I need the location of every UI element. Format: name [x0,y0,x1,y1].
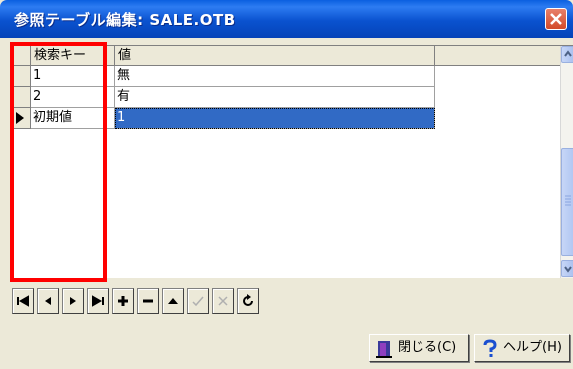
chevron-down-icon [564,266,572,273]
insert-record-button[interactable] [112,288,134,314]
close-button-label: 閉じる(C) [398,340,457,355]
door-icon [376,341,392,358]
title-bar[interactable]: 参照テーブル編集: SALE.OTB [0,0,573,38]
highlight-box [10,42,107,282]
window-title: 参照テーブル編集: SALE.OTB [14,11,236,29]
post-record-button[interactable] [187,288,209,314]
prior-icon [45,297,51,305]
first-record-button[interactable] [12,288,34,314]
scroll-up-button[interactable] [561,46,573,63]
value-cell[interactable]: 有 [115,87,435,108]
value-cell[interactable]: 無 [115,66,435,87]
vertical-scrollbar[interactable] [560,46,573,278]
close-icon [550,13,562,25]
next-icon [70,297,76,305]
edit-icon [168,298,178,304]
value-cell-selected[interactable]: 1 [115,108,435,129]
help-icon [483,339,497,357]
first-icon [17,295,29,307]
edit-record-button[interactable] [162,288,184,314]
last-icon [92,295,104,307]
close-button[interactable]: 閉じる(C) [369,334,469,362]
post-icon [192,296,204,307]
close-window-button[interactable] [545,8,567,30]
delete-record-button[interactable] [137,288,159,314]
scroll-thumb[interactable] [561,148,573,256]
help-button[interactable]: ヘルプ(H) [474,334,570,362]
help-button-label: ヘルプ(H) [503,340,562,355]
next-record-button[interactable] [62,288,84,314]
cancel-record-button[interactable] [212,288,234,314]
chevron-up-icon [564,50,572,57]
scroll-down-button[interactable] [561,260,573,277]
dialog-window: 参照テーブル編集: SALE.OTB 検索キー 値 1 無 2 有 初期値 1 [0,0,573,369]
grip-icon [565,195,571,206]
insert-icon [118,296,128,306]
last-record-button[interactable] [87,288,109,314]
delete-icon [143,299,153,303]
cancel-icon [218,296,228,306]
prior-record-button[interactable] [37,288,59,314]
header-value[interactable]: 値 [115,46,435,66]
refresh-icon [243,294,253,306]
refresh-data-button[interactable] [237,288,259,314]
